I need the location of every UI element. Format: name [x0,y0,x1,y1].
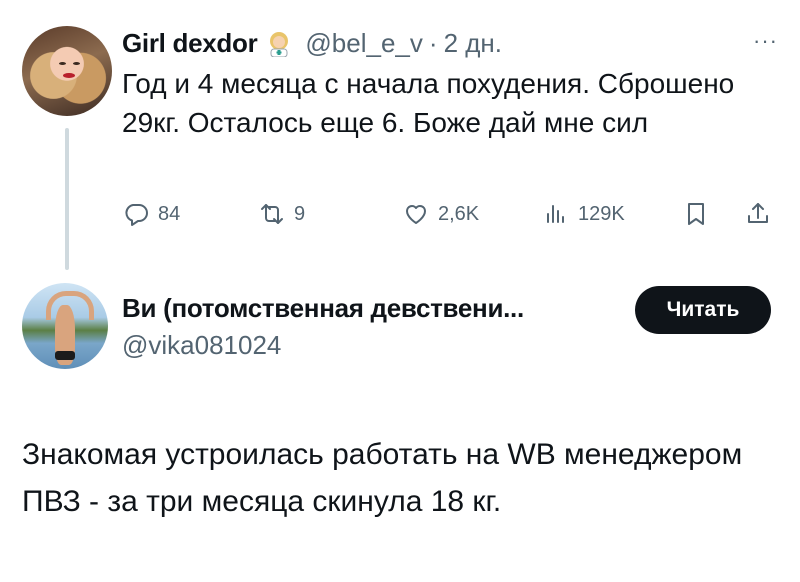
heart-icon [406,205,426,224]
tweet-action-bar: 84 9 2,6K 129K [122,196,782,232]
handle-2[interactable]: @vika081024 [122,330,281,361]
retweet-count: 9 [294,202,306,225]
views-count: 129K [578,202,625,225]
thread-connector-line [65,128,69,270]
retweet-icon [261,204,283,224]
like-count: 2,6K [438,202,480,225]
tweet-header: Girl dexdor @bel_e_v · 2 дн. [122,26,502,60]
bookmark-button[interactable] [682,196,718,232]
views-button[interactable]: 129K [542,196,625,232]
display-name-2[interactable]: Ви (потомственная девствени... [122,293,524,324]
more-options-icon[interactable]: ··· [753,28,778,54]
meta-separator: · [428,27,438,58]
woman-health-worker-emoji-icon [265,29,293,58]
share-icon [748,203,768,223]
retweet-button[interactable]: 9 [258,196,305,232]
reply-count: 84 [158,202,181,225]
timestamp[interactable]: 2 дн. [444,28,502,59]
share-button[interactable] [744,196,780,232]
views-bar-chart-icon [547,205,564,223]
like-button[interactable]: 2,6K [402,196,479,232]
avatar-vika[interactable] [22,283,108,369]
tweet-text: Год и 4 месяца с начала похудения. Сброш… [122,68,735,138]
handle[interactable]: @bel_e_v [305,28,422,59]
bookmark-icon [688,203,704,225]
avatar-girl-dexdor[interactable] [22,26,112,116]
tweet-text-2: Знакомая устроилась работать на WB менед… [22,438,743,518]
display-name[interactable]: Girl dexdor [122,28,258,59]
reply-button[interactable]: 84 [122,196,180,232]
reply-icon [125,204,148,226]
follow-button[interactable]: Читать [635,286,771,334]
